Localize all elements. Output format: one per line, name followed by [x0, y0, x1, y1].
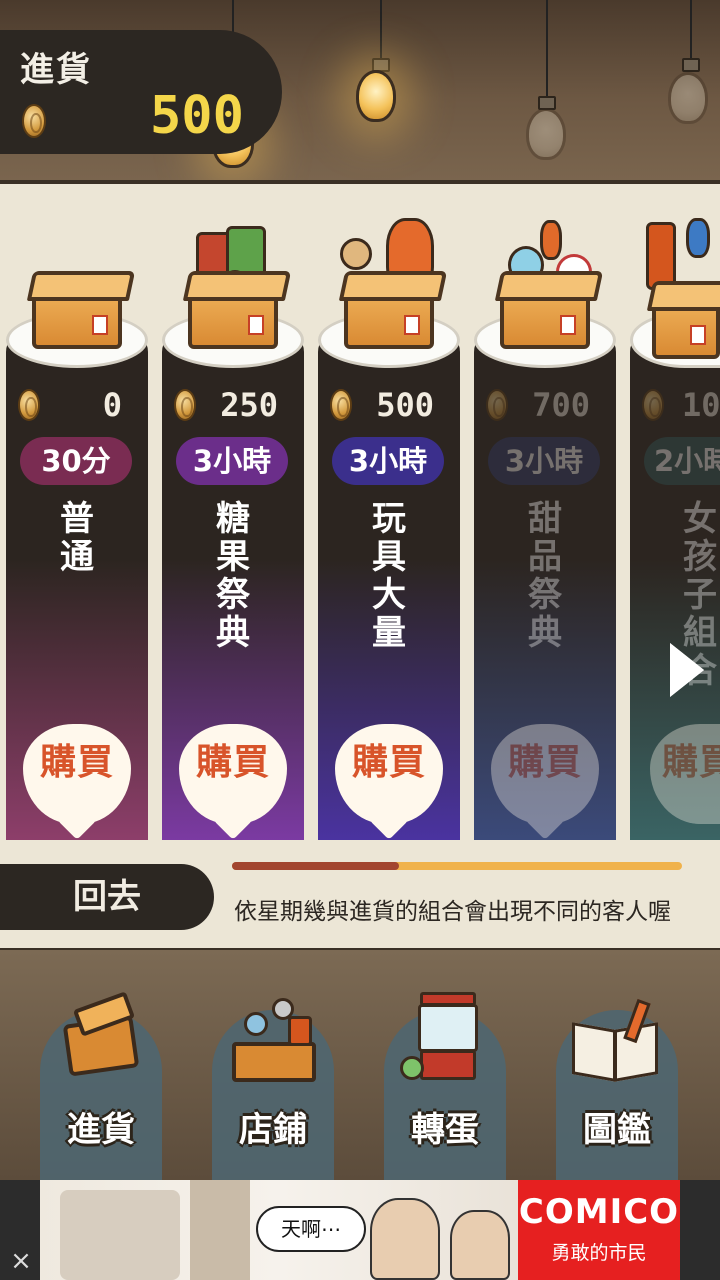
- buy-button-sweets[interactable]: 購買: [491, 724, 599, 824]
- package-name: 甜品祭典: [528, 499, 562, 653]
- goods-basket-icon: [228, 990, 318, 1094]
- package-name: 玩具大量: [372, 499, 406, 653]
- lamp-cap: [682, 58, 700, 72]
- coin-icon: [330, 389, 352, 421]
- hint-text: 依星期幾與進貨的組合會出現不同的客人喔: [234, 899, 671, 925]
- lamp-wire: [546, 0, 548, 100]
- price-row: 100: [642, 385, 720, 425]
- ad-brand-tagline: 勇敢的市民: [551, 1242, 647, 1264]
- carrot-candy-icon: [540, 220, 562, 260]
- ad-banner[interactable]: × 天啊⋯ COMICO 勇敢的市民: [0, 1180, 720, 1280]
- gacha-machine-icon: [400, 990, 490, 1094]
- nav-stock[interactable]: 進貨: [26, 990, 176, 1180]
- close-icon[interactable]: ×: [6, 1246, 36, 1276]
- package-name: 糖果祭典: [216, 499, 250, 653]
- buy-button-candy[interactable]: 購買: [179, 724, 287, 824]
- progress-track: [232, 862, 682, 870]
- cardboard-box-icon: [56, 990, 146, 1094]
- toy-box-icon: [344, 285, 434, 349]
- nav-catalog[interactable]: 圖鑑: [542, 990, 692, 1180]
- sweets-box-icon: [500, 285, 590, 349]
- ad-speech-bubble: 天啊⋯: [256, 1206, 366, 1252]
- price-row: 250: [174, 385, 278, 425]
- package-duration: 3小時: [488, 437, 600, 485]
- package-duration: 30分: [20, 437, 132, 485]
- price-row: 500: [330, 385, 434, 425]
- coin-icon: [174, 389, 196, 421]
- package-price: 0: [102, 386, 122, 424]
- package-price: 500: [376, 386, 434, 424]
- lamp-wire: [690, 0, 692, 60]
- coin-icon: [22, 104, 46, 138]
- coin-icon: [642, 389, 664, 421]
- progress-fill: [232, 862, 399, 870]
- nav-label: 圖鑑: [583, 1110, 651, 1150]
- nav-label: 進貨: [67, 1110, 135, 1150]
- back-row: 回去 依星期幾與進貨的組合會出現不同的客人喔: [0, 842, 720, 948]
- kendama-icon: [340, 238, 372, 270]
- open-book-icon: [572, 990, 662, 1094]
- next-arrow-icon[interactable]: [670, 643, 704, 697]
- lamp-wire: [380, 0, 382, 60]
- stock-panel: 進貨 500: [0, 30, 282, 154]
- nav-gacha[interactable]: 轉蛋: [370, 990, 520, 1180]
- coin-icon: [486, 389, 508, 421]
- price-row: 0: [18, 385, 122, 425]
- stock-title: 進貨: [20, 50, 92, 90]
- dim-bulb-icon: [526, 108, 566, 160]
- cardboard-box-icon: [32, 285, 122, 349]
- package-price: 700: [532, 386, 590, 424]
- nav-shop[interactable]: 店鋪: [198, 990, 348, 1180]
- back-button[interactable]: 回去: [0, 864, 214, 930]
- lit-bulb-icon: [356, 70, 396, 122]
- candy-box-icon: [188, 285, 278, 349]
- ad-brand-logo: COMICO: [518, 1192, 680, 1232]
- nav-label: 轉蛋: [411, 1110, 479, 1150]
- nav-label: 店鋪: [239, 1110, 307, 1150]
- package-price: 100: [682, 386, 720, 424]
- price-row: 700: [486, 385, 590, 425]
- package-duration: 2小時: [644, 437, 720, 485]
- package-name: 普通: [60, 499, 94, 577]
- dim-bulb-icon: [668, 72, 708, 124]
- ad-brand-panel[interactable]: COMICO 勇敢的市民: [518, 1180, 680, 1280]
- ad-comic-image[interactable]: 天啊⋯: [40, 1180, 520, 1280]
- package-duration: 3小時: [176, 437, 288, 485]
- buy-button-normal[interactable]: 購買: [23, 724, 131, 824]
- package-duration: 3小時: [332, 437, 444, 485]
- stock-amount: 500: [150, 86, 244, 146]
- package-price: 250: [220, 386, 278, 424]
- ribbon-icon: [686, 218, 710, 258]
- doll-icon: [646, 222, 676, 290]
- coin-icon: [18, 389, 40, 421]
- girls-box-icon: [652, 295, 720, 359]
- buy-button-toys[interactable]: 購買: [335, 724, 443, 824]
